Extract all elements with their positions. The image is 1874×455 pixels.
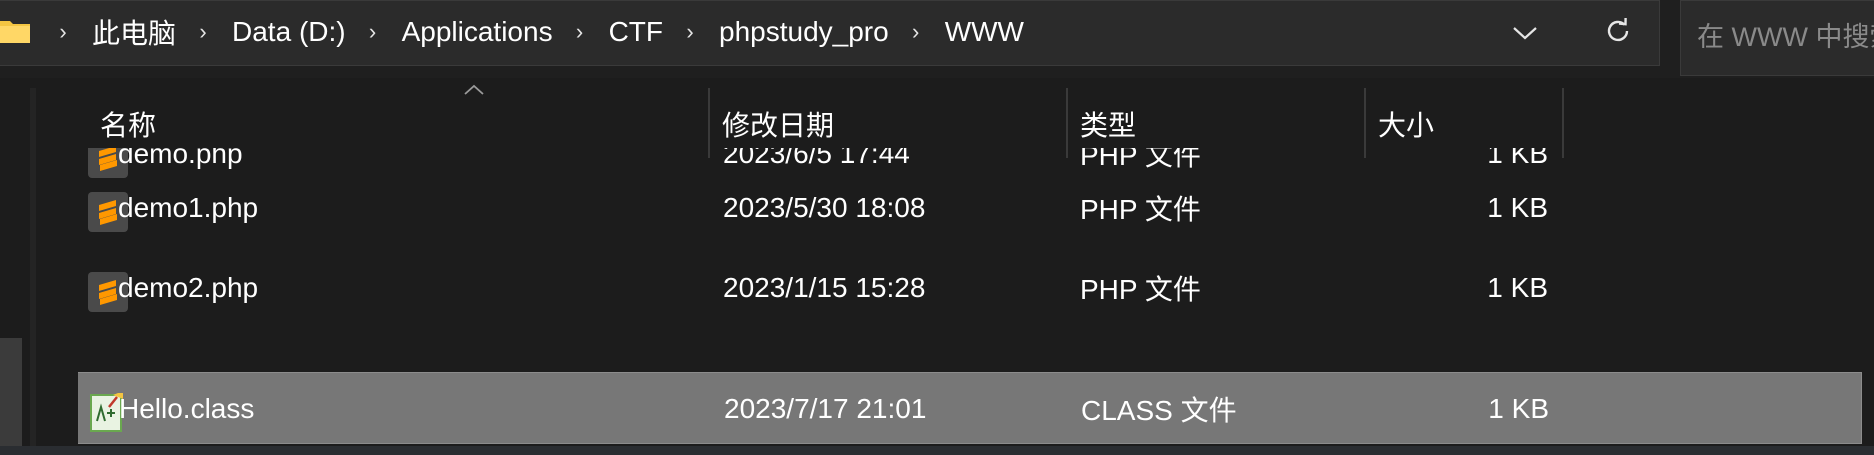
search-placeholder: 在 WWW 中搜索 bbox=[1697, 22, 1874, 52]
file-type: PHP 文件 bbox=[1080, 194, 1201, 225]
breadcrumb: › 此电脑 › Data (D:) › Applications › CTF ›… bbox=[48, 1, 1036, 63]
top-bar: › 此电脑 › Data (D:) › Applications › CTF ›… bbox=[0, 0, 1874, 78]
breadcrumb-item-applications[interactable]: Applications bbox=[388, 16, 565, 48]
file-modified: 2023/7/17 21:01 bbox=[724, 393, 927, 424]
breadcrumb-item-data-drive[interactable]: Data (D:) bbox=[218, 16, 358, 48]
file-modified: 2023/5/30 18:08 bbox=[723, 192, 926, 223]
file-list: demo.php 2023/6/5 17:44 PHP 文件 1 KB demo… bbox=[78, 148, 1874, 446]
file-modified: 2023/1/15 15:28 bbox=[723, 272, 926, 303]
search-input[interactable]: 在 WWW 中搜索 bbox=[1680, 0, 1874, 76]
navigation-pane-scrollbar[interactable] bbox=[0, 338, 22, 446]
pane-divider[interactable] bbox=[30, 88, 36, 446]
file-row-hello-class[interactable]: Hello.class 2023/7/17 21:01 CLASS 文件 1 K… bbox=[78, 372, 1862, 444]
file-name: Hello.class bbox=[119, 393, 255, 424]
chevron-right-icon[interactable]: › bbox=[901, 19, 931, 45]
file-size: 1 KB bbox=[1487, 192, 1548, 223]
column-header-name-label: 名称 bbox=[100, 110, 157, 141]
column-header-modified-label: 修改日期 bbox=[722, 110, 835, 141]
column-header-size-label: 大小 bbox=[1378, 110, 1435, 141]
breadcrumb-item-phpstudy-pro[interactable]: phpstudy_pro bbox=[705, 16, 901, 48]
status-bar bbox=[0, 446, 1874, 455]
breadcrumb-item-ctf[interactable]: CTF bbox=[595, 16, 675, 48]
file-type: PHP 文件 bbox=[1080, 274, 1201, 305]
file-size: 1 KB bbox=[1488, 393, 1549, 424]
column-header-type-label: 类型 bbox=[1080, 110, 1137, 141]
refresh-icon bbox=[1607, 17, 1629, 42]
chevron-right-icon[interactable]: › bbox=[188, 19, 218, 45]
file-row-demo1-php[interactable]: demo1.php 2023/5/30 18:08 PHP 文件 1 KB bbox=[78, 172, 1864, 244]
folder-icon bbox=[0, 21, 30, 43]
chevron-right-icon[interactable]: › bbox=[358, 19, 388, 45]
breadcrumb-item-this-pc[interactable]: 此电脑 bbox=[78, 12, 188, 52]
chevron-right-icon: › bbox=[59, 19, 67, 44]
address-history-button[interactable] bbox=[1500, 11, 1550, 55]
address-bar[interactable]: › 此电脑 › Data (D:) › Applications › CTF ›… bbox=[0, 0, 1660, 66]
file-name: demo2.php bbox=[118, 272, 259, 303]
file-row-demo2-php[interactable]: demo2.php 2023/1/15 15:28 PHP 文件 1 KB bbox=[78, 252, 1864, 324]
chevron-down-icon bbox=[1513, 27, 1537, 40]
file-name: demo1.php bbox=[118, 192, 259, 223]
file-size: 1 KB bbox=[1487, 272, 1548, 303]
chevron-right-icon[interactable]: › bbox=[675, 19, 705, 45]
chevron-right-icon[interactable]: › bbox=[565, 19, 595, 45]
breadcrumb-item-www[interactable]: WWW bbox=[931, 16, 1036, 48]
file-type: CLASS 文件 bbox=[1081, 395, 1237, 426]
refresh-button[interactable] bbox=[1590, 6, 1646, 56]
